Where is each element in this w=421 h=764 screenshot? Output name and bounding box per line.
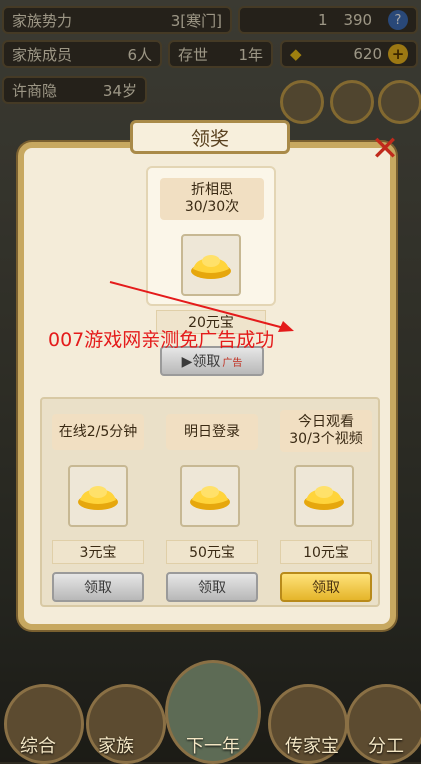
top-reward-claim-label: ▶领取 bbox=[181, 354, 221, 370]
nav-next-year[interactable]: 下一年 bbox=[168, 732, 258, 758]
gold-ingot-icon bbox=[191, 255, 231, 279]
reward-video-label-line1: 今日观看 bbox=[298, 414, 354, 430]
reward-video-label-line2: 30/3个视频 bbox=[289, 431, 363, 447]
ad-tag: 广告 bbox=[222, 357, 243, 369]
dialog-title: 领奖 bbox=[130, 120, 290, 154]
reward-online-claim-button[interactable]: 领取 bbox=[52, 572, 144, 602]
close-icon[interactable]: ✕ bbox=[368, 132, 402, 166]
gold-ingot-icon bbox=[190, 486, 230, 510]
arrow-icon bbox=[109, 281, 294, 332]
reward-video-ingot-frame bbox=[294, 465, 354, 527]
reward-login-amount: 50元宝 bbox=[166, 540, 258, 564]
reward-online-amount: 3元宝 bbox=[52, 540, 144, 564]
reward-login-ingot-frame bbox=[180, 465, 240, 527]
gold-ingot-icon bbox=[78, 486, 118, 510]
gold-ingot-icon bbox=[304, 486, 344, 510]
bottom-nav: 综合 家族 下一年 传家宝 分工 bbox=[0, 644, 421, 764]
reward-login-label: 明日登录 bbox=[166, 414, 258, 450]
top-reward-label-line2: 30/30次 bbox=[184, 199, 240, 215]
nav-heirloom[interactable]: 传家宝 bbox=[276, 732, 348, 758]
nav-division[interactable]: 分工 bbox=[356, 732, 416, 758]
reward-online-ingot-frame bbox=[68, 465, 128, 527]
reward-video-claim-button[interactable]: 领取 bbox=[280, 572, 372, 602]
nav-family[interactable]: 家族 bbox=[86, 732, 146, 758]
reward-video-claim-label: 领取 bbox=[312, 580, 340, 596]
reward-online-claim-label: 领取 bbox=[84, 580, 112, 596]
reward-login-claim-label: 领取 bbox=[198, 580, 226, 596]
reward-online-label: 在线2/5分钟 bbox=[52, 414, 144, 450]
reward-video-label: 今日观看 30/3个视频 bbox=[280, 410, 372, 452]
nav-overview[interactable]: 综合 bbox=[8, 732, 68, 758]
reward-login-claim-button[interactable]: 领取 bbox=[166, 572, 258, 602]
top-reward-label-line1: 折相思 bbox=[191, 182, 233, 198]
top-reward-label: 折相思 30/30次 bbox=[160, 178, 264, 220]
dialog-title-banner: 领奖 bbox=[130, 120, 290, 154]
reward-video-amount: 10元宝 bbox=[280, 540, 372, 564]
